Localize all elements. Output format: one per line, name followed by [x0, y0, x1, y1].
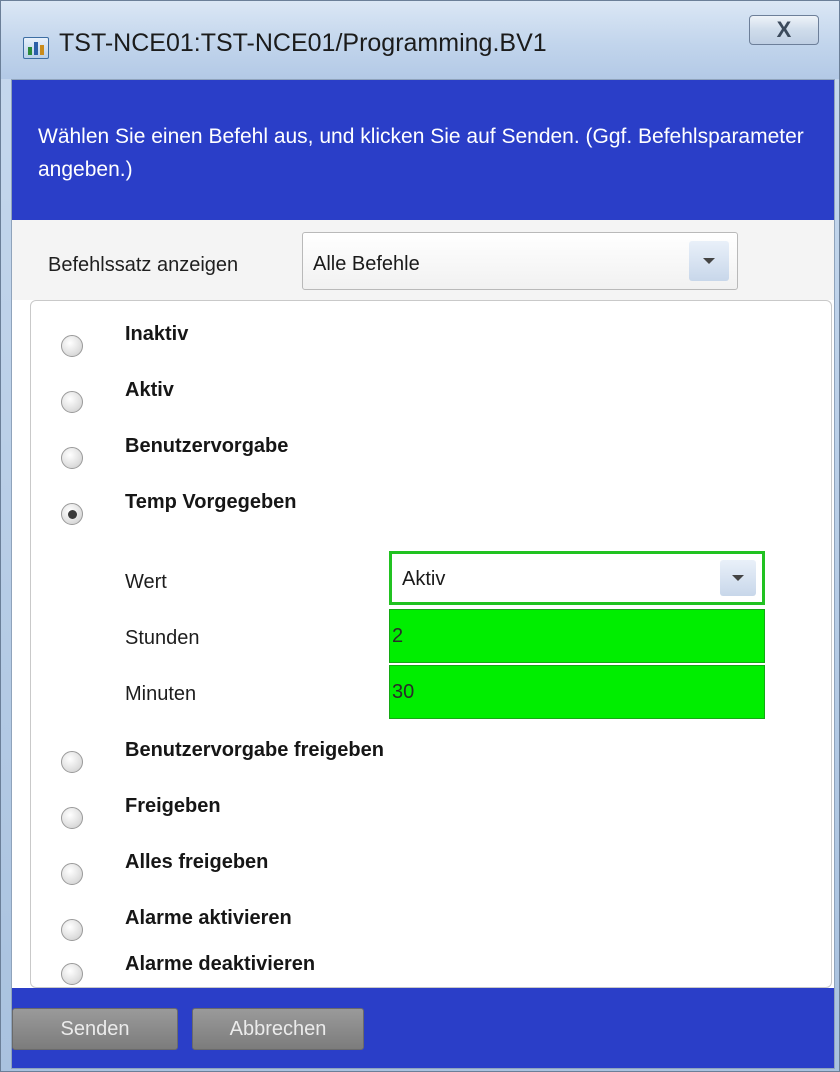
option-freigeben[interactable]: Freigeben: [31, 795, 831, 845]
send-button[interactable]: Senden: [12, 1008, 178, 1050]
radio-button[interactable]: [61, 335, 83, 357]
chevron-down-icon: [703, 258, 715, 264]
instruction-banner: Wählen Sie einen Befehl aus, und klicken…: [12, 80, 834, 220]
app-chart-icon: [23, 37, 49, 59]
radio-button[interactable]: [61, 447, 83, 469]
param-wert-dropdown[interactable]: Aktiv: [389, 551, 765, 605]
option-alles-freigeben[interactable]: Alles freigeben: [31, 851, 831, 901]
command-set-label: Befehlssatz anzeigen: [48, 254, 239, 276]
param-minuten-input[interactable]: 30: [389, 665, 765, 719]
radio-button[interactable]: [61, 751, 83, 773]
command-set-row: Befehlssatz anzeigen Alle Befehle: [12, 220, 834, 300]
param-minuten-value: 30: [392, 681, 415, 703]
option-benutzervorgabe-freigeben[interactable]: Benutzervorgabe freigeben: [31, 739, 831, 789]
param-wert-value: Aktiv: [402, 568, 446, 590]
option-temp-vorgegeben[interactable]: Temp Vorgegeben: [31, 491, 831, 541]
dialog-window: TST-NCE01:TST-NCE01/Programming.BV1 X Wä…: [0, 0, 840, 1072]
radio-button[interactable]: [61, 919, 83, 941]
command-set-value: Alle Befehle: [313, 253, 420, 275]
option-label: Aktiv: [125, 379, 174, 401]
command-list: Inaktiv Aktiv Benutzervorgabe Temp Vorge…: [30, 300, 832, 988]
option-label: Freigeben: [125, 795, 221, 817]
instruction-text: Wählen Sie einen Befehl aus, und klicken…: [38, 125, 804, 181]
option-label: Benutzervorgabe freigeben: [125, 739, 384, 761]
button-bar: Senden Abbrechen: [12, 988, 834, 1068]
param-minuten-label: Minuten: [125, 683, 197, 705]
dialog-client-area: Wählen Sie einen Befehl aus, und klicken…: [11, 79, 835, 1069]
option-inaktiv[interactable]: Inaktiv: [31, 323, 831, 373]
dropdown-button[interactable]: [720, 560, 756, 596]
option-benutzervorgabe[interactable]: Benutzervorgabe: [31, 435, 831, 485]
close-button[interactable]: X: [749, 15, 819, 45]
option-aktiv[interactable]: Aktiv: [31, 379, 831, 429]
radio-button[interactable]: [61, 807, 83, 829]
cancel-button[interactable]: Abbrechen: [192, 1008, 364, 1050]
param-stunden-input[interactable]: 2: [389, 609, 765, 663]
title-bar: TST-NCE01:TST-NCE01/Programming.BV1 X: [1, 1, 839, 79]
option-label: Temp Vorgegeben: [125, 491, 297, 513]
chevron-down-icon: [732, 575, 744, 581]
option-label: Alles freigeben: [125, 851, 269, 873]
radio-button[interactable]: [61, 391, 83, 413]
option-label: Alarme deaktivieren: [125, 953, 316, 975]
dropdown-button[interactable]: [689, 241, 729, 281]
option-label: Alarme aktivieren: [125, 907, 292, 929]
radio-button[interactable]: [61, 863, 83, 885]
radio-button[interactable]: [61, 963, 83, 985]
option-label: Inaktiv: [125, 323, 189, 345]
param-wert-label: Wert: [125, 571, 167, 593]
window-title: TST-NCE01:TST-NCE01/Programming.BV1: [59, 29, 547, 57]
radio-button-selected[interactable]: [61, 503, 83, 525]
param-stunden-label: Stunden: [125, 627, 200, 649]
option-alarme-aktivieren[interactable]: Alarme aktivieren: [31, 907, 831, 957]
option-label: Benutzervorgabe: [125, 435, 289, 457]
option-alarme-deaktivieren[interactable]: Alarme deaktivieren: [31, 953, 831, 987]
command-set-dropdown[interactable]: Alle Befehle: [302, 232, 738, 290]
param-stunden-value: 2: [392, 625, 404, 647]
